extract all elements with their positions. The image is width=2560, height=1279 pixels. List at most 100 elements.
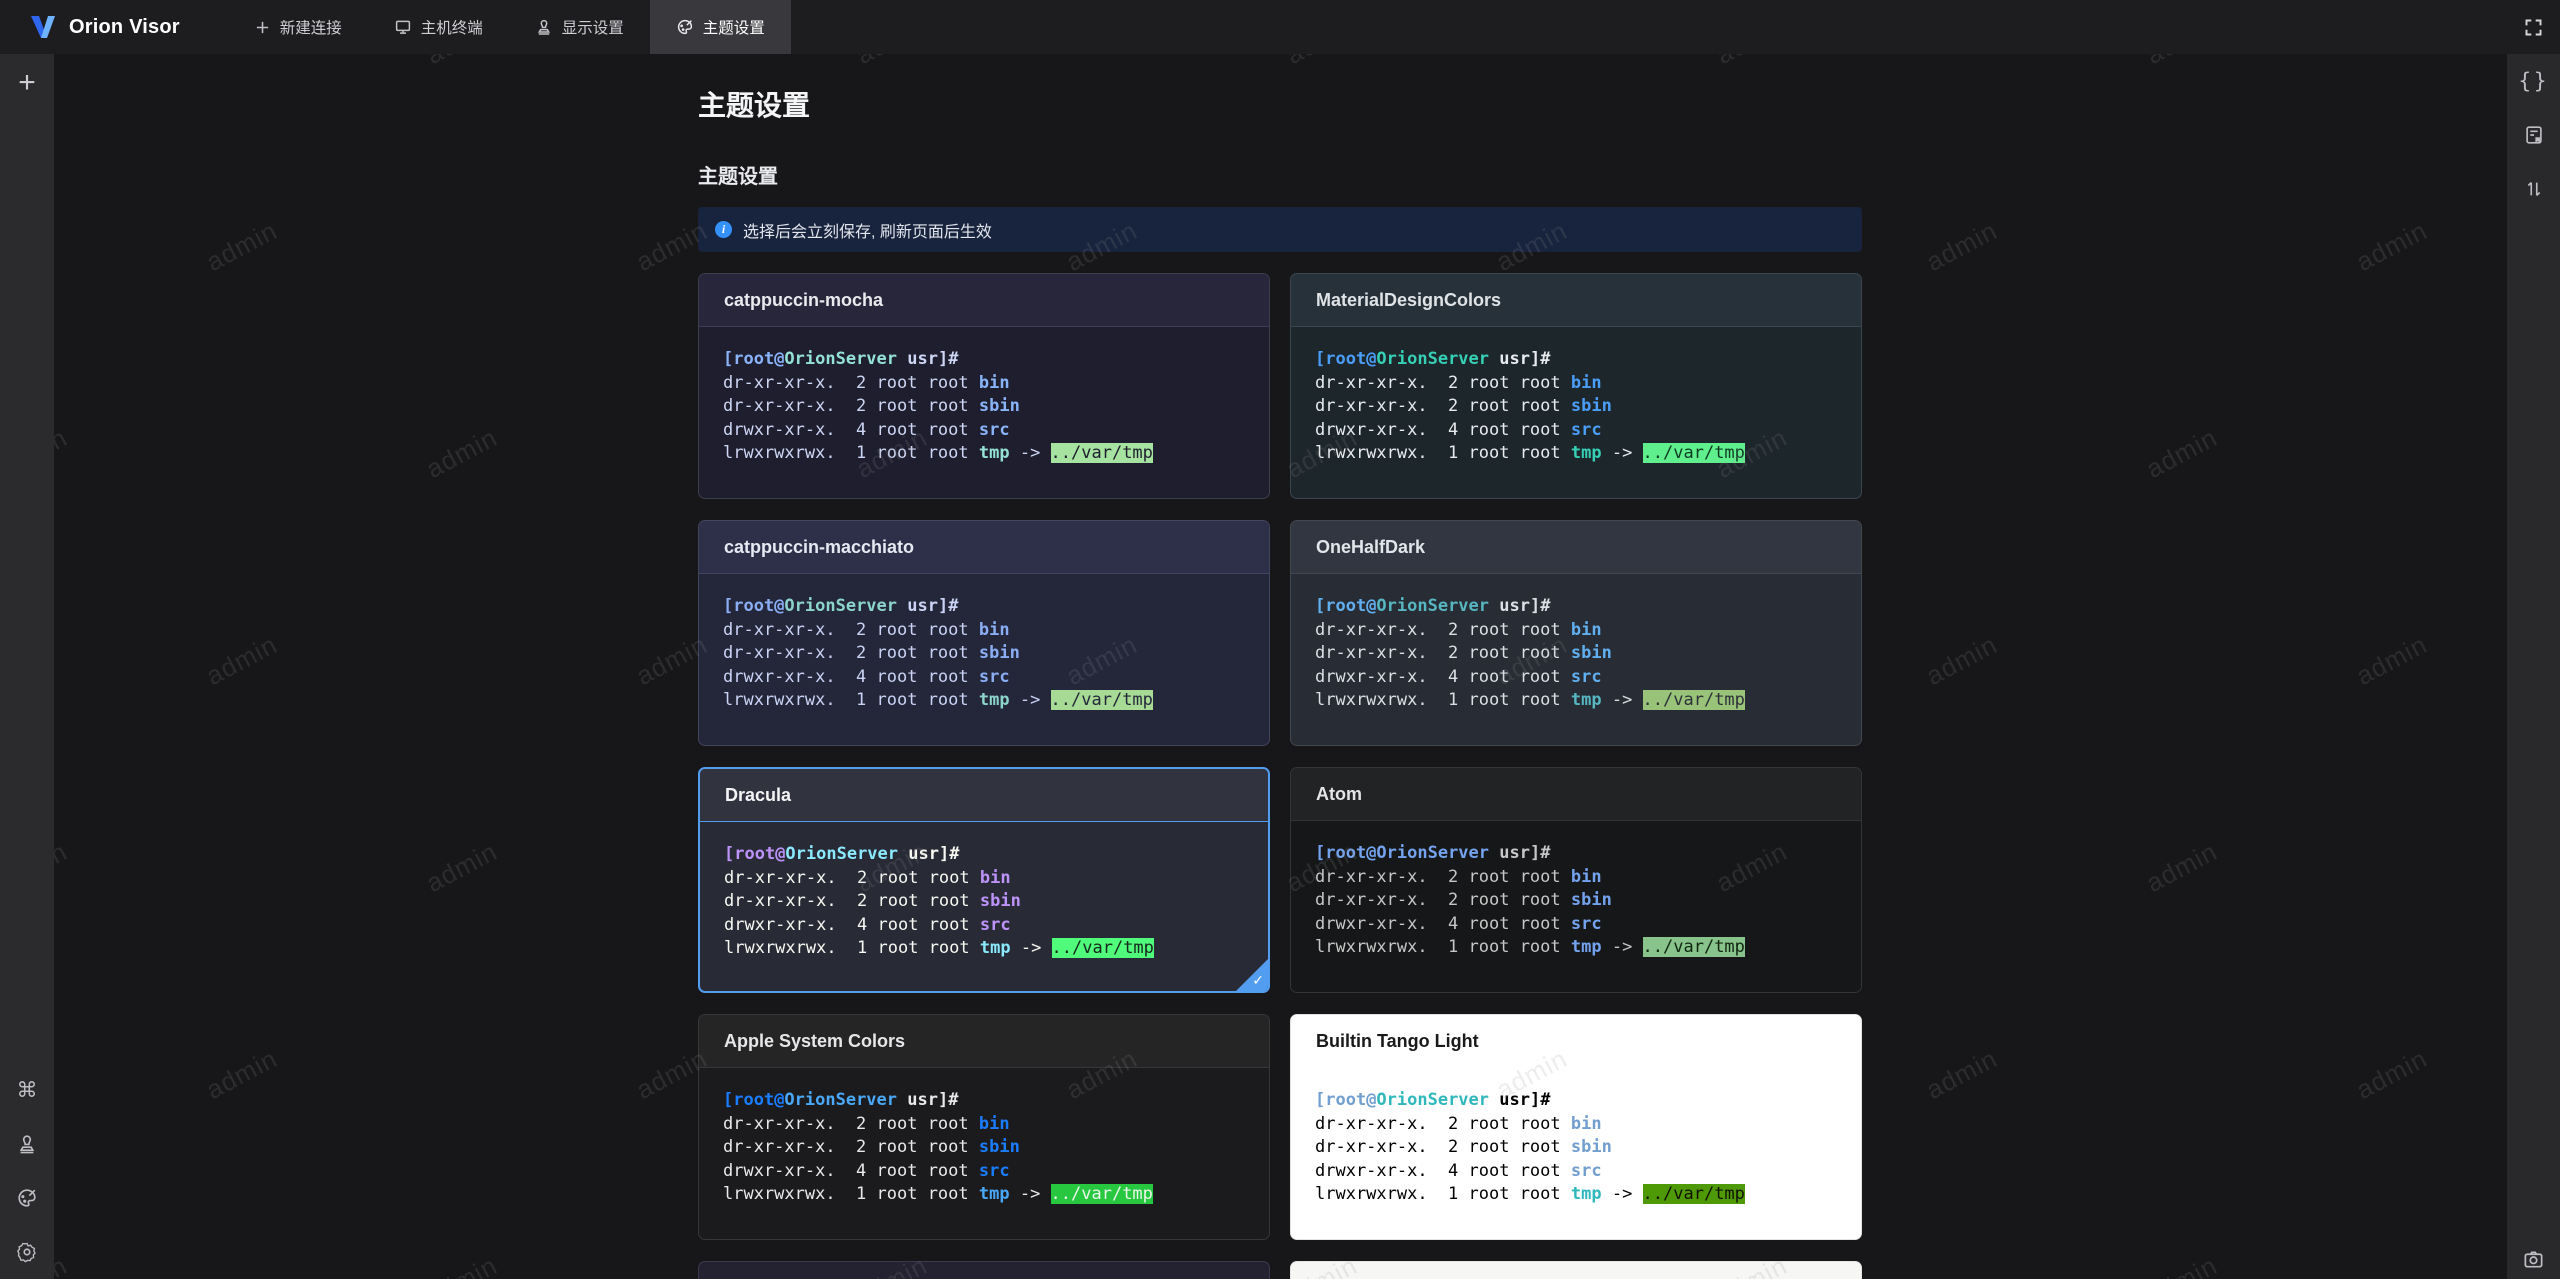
left-rail: + ⌘ [0,54,54,1279]
theme-name: OneHalfDark [1316,536,1426,557]
terminal-preview: [root@OrionServer usr]# dr-xr-xr-x. 2 roo… [700,822,1268,961]
theme-card[interactable]: Dracula [root@OrionServer usr]# dr-xr-xr-x… [698,767,1270,993]
main-content: 主题设置 主题设置 i 选择后会立刻保存, 刷新页面后生效 catppuccin… [54,54,2507,1279]
terminal-line: drwxr-xr-x. 4 root root src [723,666,1010,687]
stamp-icon [535,18,553,36]
terminal-line: dr-xr-xr-x. 2 root root bin [724,867,1011,888]
terminal-preview: [root@OrionServer usr]# dr-xr-xr-x. 2 roo… [699,1068,1269,1207]
terminal-line: dr-xr-xr-x. 2 root root sbin [723,643,1020,663]
orion-visor-logo [31,16,55,38]
tab-label: 显示设置 [561,20,624,37]
palette-icon[interactable] [15,1186,39,1210]
tab-host-terminal[interactable]: 主机终端 [368,0,509,54]
watermark-text: admin [201,215,283,278]
tab-label: 新建连接 [279,20,342,37]
alert-text: 选择后会立刻保存, 刷新页面后生效 [743,223,992,241]
theme-card[interactable]: catppuccin-macchiato [root@OrionServer us… [698,520,1270,746]
terminal-preview: [root@OrionServer usr]# dr-xr-xr-x. 2 roo… [1291,821,1861,960]
terminal-line: dr-xr-xr-x. 2 root root bin [1315,1113,1602,1134]
terminal-prompt: [root@OrionServer usr]# [723,596,959,616]
top-bar: Orion Visor 新建连接 主机终端 显示设置 主题设置 [0,0,2560,54]
terminal-preview: [root@OrionServer usr]# dr-xr-xr-x. 2 roo… [1291,1068,1861,1207]
terminal-prompt: [root@OrionServer usr]# [724,844,960,864]
info-alert: i 选择后会立刻保存, 刷新页面后生效 [698,207,1862,252]
terminal-line: lrwxrwxrwx. 1 root root tmp -> ../var/tm… [1315,690,1745,710]
info-icon: i [715,221,732,238]
tab-display-settings[interactable]: 显示设置 [509,0,650,54]
theme-card-partial[interactable] [698,1261,1270,1279]
terminal-line: drwxr-xr-x. 4 root root src [723,1160,1010,1181]
theme-card[interactable]: Apple System Colors [root@OrionServer usr… [698,1014,1270,1240]
theme-card[interactable]: catppuccin-mocha [root@OrionServer usr]# d… [698,273,1270,499]
terminal-line: dr-xr-xr-x. 2 root root bin [723,372,1010,393]
watermark-text: admin [54,1250,73,1279]
watermark-text: admin [54,422,73,485]
document-bookmark-icon[interactable] [2522,123,2546,147]
terminal-line: dr-xr-xr-x. 2 root root bin [1315,866,1602,887]
terminal-line: dr-xr-xr-x. 2 root root bin [1315,372,1602,393]
fullscreen-icon[interactable] [2507,0,2560,54]
sort-arrows-icon[interactable] [2522,177,2546,201]
command-icon[interactable]: ⌘ [15,1078,39,1102]
plus-icon [254,19,271,36]
symlink-target: ../var/tmp [1051,938,1154,958]
camera-icon[interactable] [2522,1250,2546,1279]
watermark-text: admin [421,836,503,899]
terminal-line: drwxr-xr-x. 4 root root src [1315,1160,1602,1181]
watermark-text: admin [2351,1043,2433,1106]
terminal-prompt: [root@OrionServer usr]# [1315,1090,1551,1110]
symlink-target: ../var/tmp [1050,443,1153,463]
watermark-text: admin [2141,836,2223,899]
monitor-icon [394,18,412,36]
theme-name: catppuccin-macchiato [724,536,915,557]
gear-icon[interactable] [15,1240,39,1264]
theme-card-header: Atom [1291,768,1861,821]
theme-card[interactable]: OneHalfDark [root@OrionServer usr]# dr-xr-… [1290,520,1862,746]
terminal-line: dr-xr-xr-x. 2 root root bin [723,1113,1010,1134]
terminal-preview: [root@OrionServer usr]# dr-xr-xr-x. 2 roo… [699,574,1269,713]
theme-card-header: Apple System Colors [699,1015,1269,1068]
terminal-line: lrwxrwxrwx. 1 root root tmp -> ../var/tm… [723,1184,1153,1204]
theme-card[interactable]: MaterialDesignColors [root@OrionServer us… [1290,273,1862,499]
stamp-icon[interactable] [15,1132,39,1156]
theme-grid: catppuccin-mocha [root@OrionServer usr]# d… [698,273,1862,1279]
terminal-line: drwxr-xr-x. 4 root root src [723,419,1010,440]
plus-icon[interactable]: + [18,68,36,98]
braces-icon[interactable]: {} [2518,69,2547,93]
terminal-line: dr-xr-xr-x. 2 root root sbin [1315,643,1612,663]
check-icon: ✓ [1252,973,1264,989]
theme-card[interactable]: Atom [root@OrionServer usr]# dr-xr-xr-x. 2… [1290,767,1862,993]
theme-card[interactable]: Builtin Tango Light [root@OrionServer usr… [1290,1014,1862,1240]
tab-label: 主题设置 [702,20,765,37]
left-rail-bottom-group: ⌘ [15,1078,39,1279]
terminal-line: dr-xr-xr-x. 2 root root bin [723,619,1010,640]
brand: Orion Visor [0,0,206,54]
theme-name: Builtin Tango Light [1316,1030,1479,1051]
tab-label: 主机终端 [420,20,483,37]
terminal-line: lrwxrwxrwx. 1 root root tmp -> ../var/tm… [1315,443,1745,463]
terminal-line: dr-xr-xr-x. 2 root root sbin [1315,396,1612,416]
tab-bar: 新建连接 主机终端 显示设置 主题设置 [228,0,791,54]
terminal-prompt: [root@OrionServer usr]# [1315,843,1551,863]
symlink-target: ../var/tmp [1642,937,1745,957]
terminal-preview: [root@OrionServer usr]# dr-xr-xr-x. 2 roo… [699,327,1269,466]
watermark-text: admin [1921,215,2003,278]
watermark-text: admin [421,54,503,71]
palette-icon [676,18,694,36]
theme-card-partial[interactable] [1290,1261,1862,1279]
terminal-line: drwxr-xr-x. 4 root root src [1315,666,1602,687]
symlink-target: ../var/tmp [1642,1184,1745,1204]
watermark-text: admin [2141,422,2223,485]
tab-theme-settings[interactable]: 主题设置 [649,0,791,54]
theme-name: MaterialDesignColors [1316,289,1502,310]
terminal-prompt: [root@OrionServer usr]# [723,349,959,369]
tab-new-connection[interactable]: 新建连接 [228,0,368,54]
terminal-prompt: [root@OrionServer usr]# [1315,596,1551,616]
app-title: Orion Visor [69,15,180,38]
page-title: 主题设置 [698,90,811,121]
right-rail-top-group: {} [2518,54,2547,201]
terminal-line: lrwxrwxrwx. 1 root root tmp -> ../var/tm… [723,443,1153,463]
theme-name: Apple System Colors [724,1030,906,1051]
theme-card-header: Builtin Tango Light [1291,1015,1861,1068]
theme-name: catppuccin-mocha [724,289,884,310]
